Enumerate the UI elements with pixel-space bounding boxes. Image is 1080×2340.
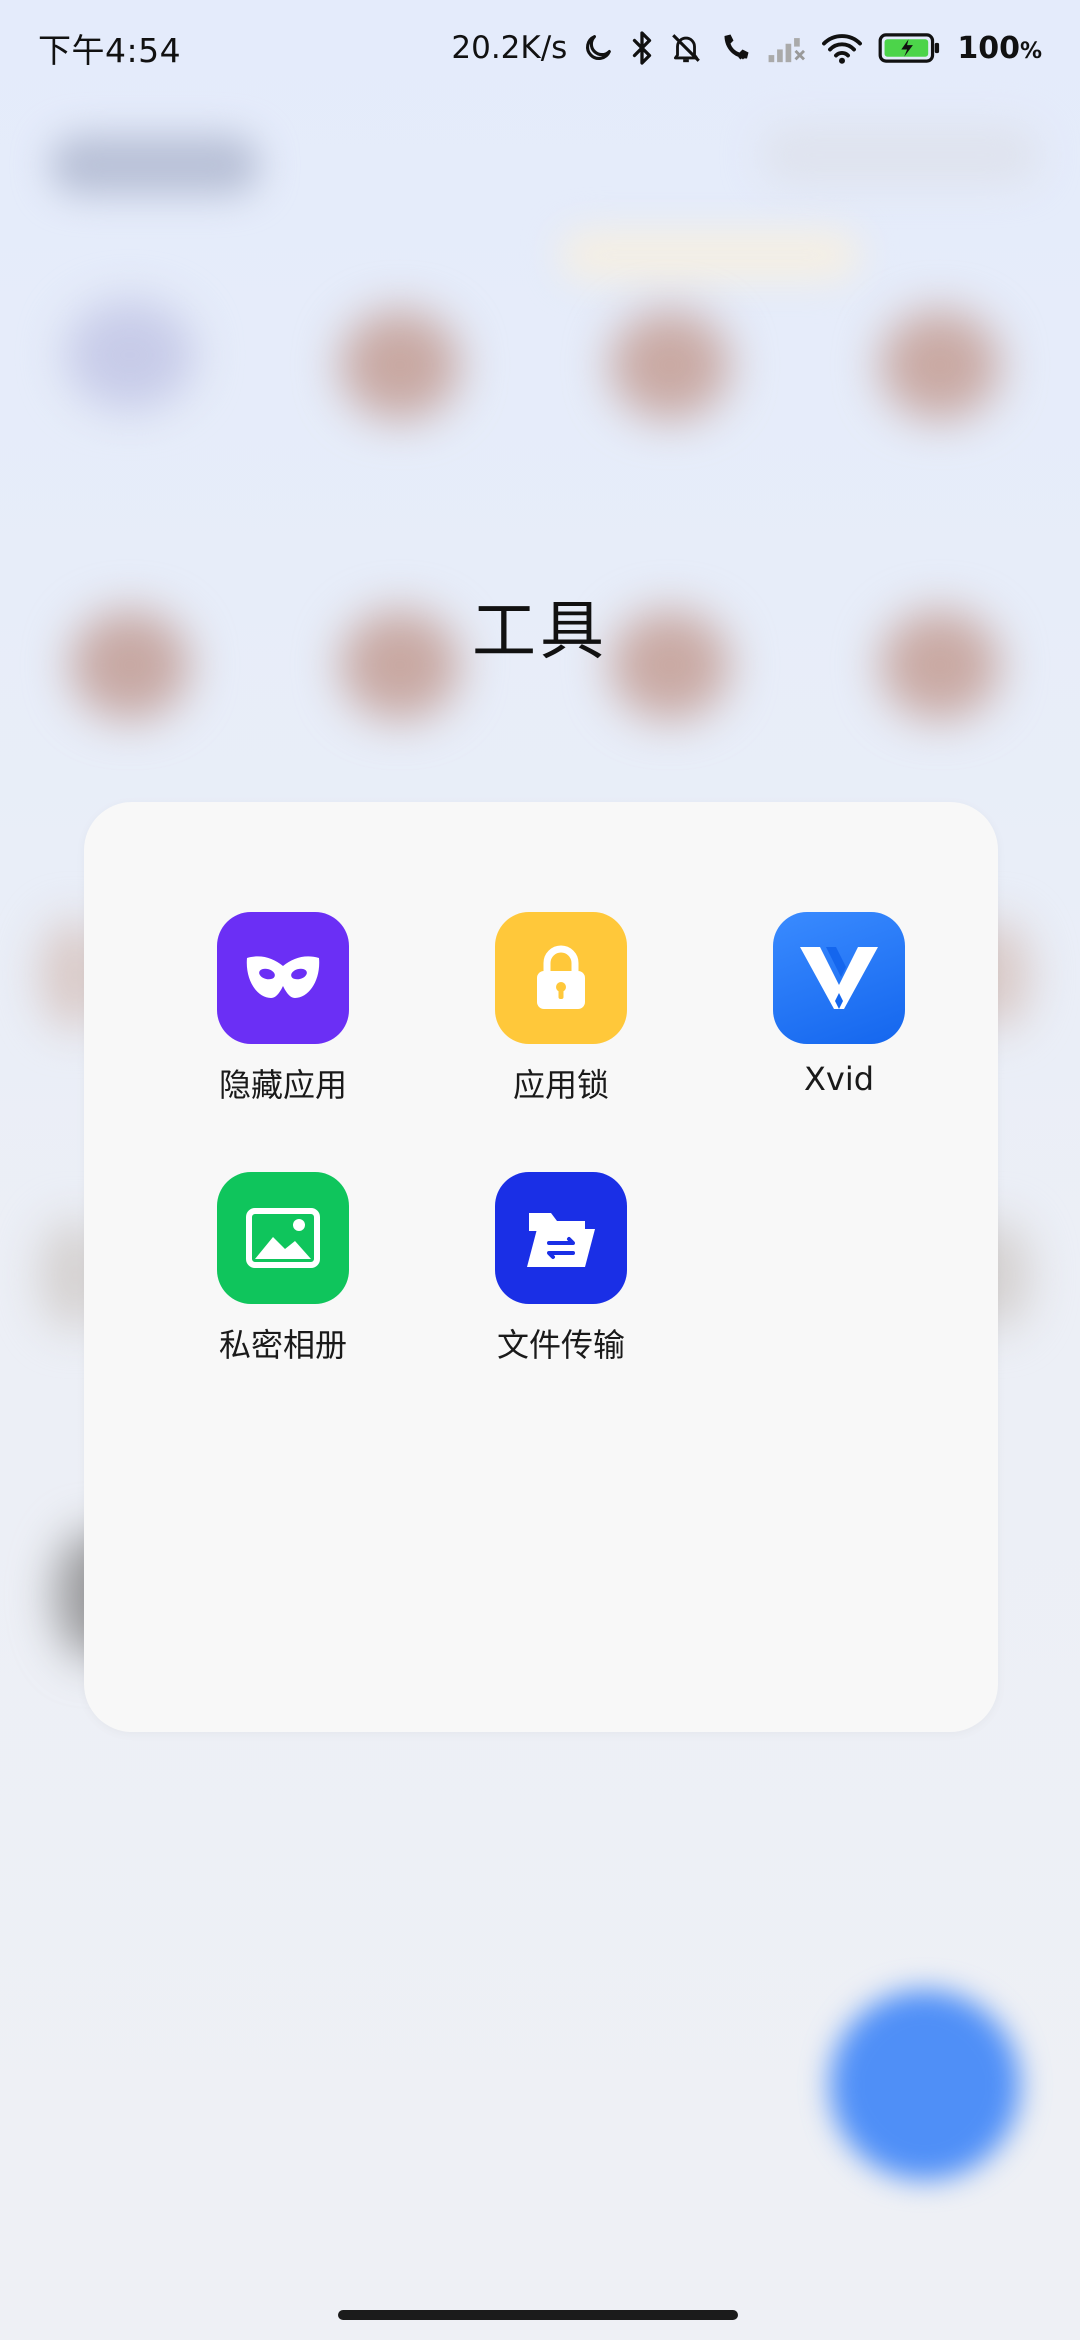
blurred-banner — [560, 230, 860, 280]
mask-icon[interactable] — [217, 912, 349, 1044]
blurred-top-widget — [760, 125, 1040, 185]
wifi-icon — [821, 31, 863, 65]
bell-muted-icon — [669, 30, 703, 66]
app-label: 隐藏应用 — [218, 1066, 347, 1104]
app-label: 私密相册 — [218, 1326, 347, 1364]
call-forward-icon — [717, 30, 753, 66]
status-icons: 20.2K/s 100% — [451, 30, 1042, 66]
app-file-transfer[interactable]: 文件传输 — [441, 1172, 681, 1366]
blurred-app-icon — [340, 310, 460, 420]
battery-unit: % — [1019, 38, 1042, 64]
moon-icon — [581, 31, 615, 65]
status-bar: 下午4:54 20.2K/s 100% — [0, 0, 1080, 96]
battery-percent: 100 — [957, 30, 1020, 66]
folder-title[interactable]: 工具 — [0, 580, 1080, 672]
app-xvid[interactable]: Xvid — [719, 912, 959, 1098]
app-label: 应用锁 — [512, 1066, 609, 1104]
blurred-search-bar — [50, 135, 260, 195]
signal-off-icon — [767, 31, 807, 65]
blurred-app-icon — [610, 310, 730, 420]
lock-icon[interactable] — [495, 912, 627, 1044]
app-label: 文件传输 — [496, 1326, 625, 1364]
app-private-album[interactable]: 私密相册 — [163, 1172, 403, 1366]
folder-panel: 隐藏应用 应用锁 Xvid 私密相册 文件传输 — [84, 802, 998, 1732]
app-label: Xvid — [803, 1060, 875, 1098]
battery-charging-icon — [877, 32, 943, 64]
status-time: 下午4:54 — [38, 31, 182, 70]
network-speed: 20.2K/s — [451, 30, 568, 66]
blurred-app-icon — [65, 300, 195, 410]
app-app-lock[interactable]: 应用锁 — [441, 912, 681, 1106]
folder-app-grid: 隐藏应用 应用锁 Xvid 私密相册 文件传输 — [84, 802, 998, 1732]
blurred-floating-button — [830, 1990, 1020, 2180]
bluetooth-icon — [629, 30, 655, 66]
home-indicator[interactable] — [338, 2310, 738, 2320]
blurred-app-icon — [880, 310, 1000, 420]
folder-transfer-icon[interactable] — [495, 1172, 627, 1304]
app-hidden-apps[interactable]: 隐藏应用 — [163, 912, 403, 1106]
photo-icon[interactable] — [217, 1172, 349, 1304]
xvid-logo-icon[interactable] — [773, 912, 905, 1044]
